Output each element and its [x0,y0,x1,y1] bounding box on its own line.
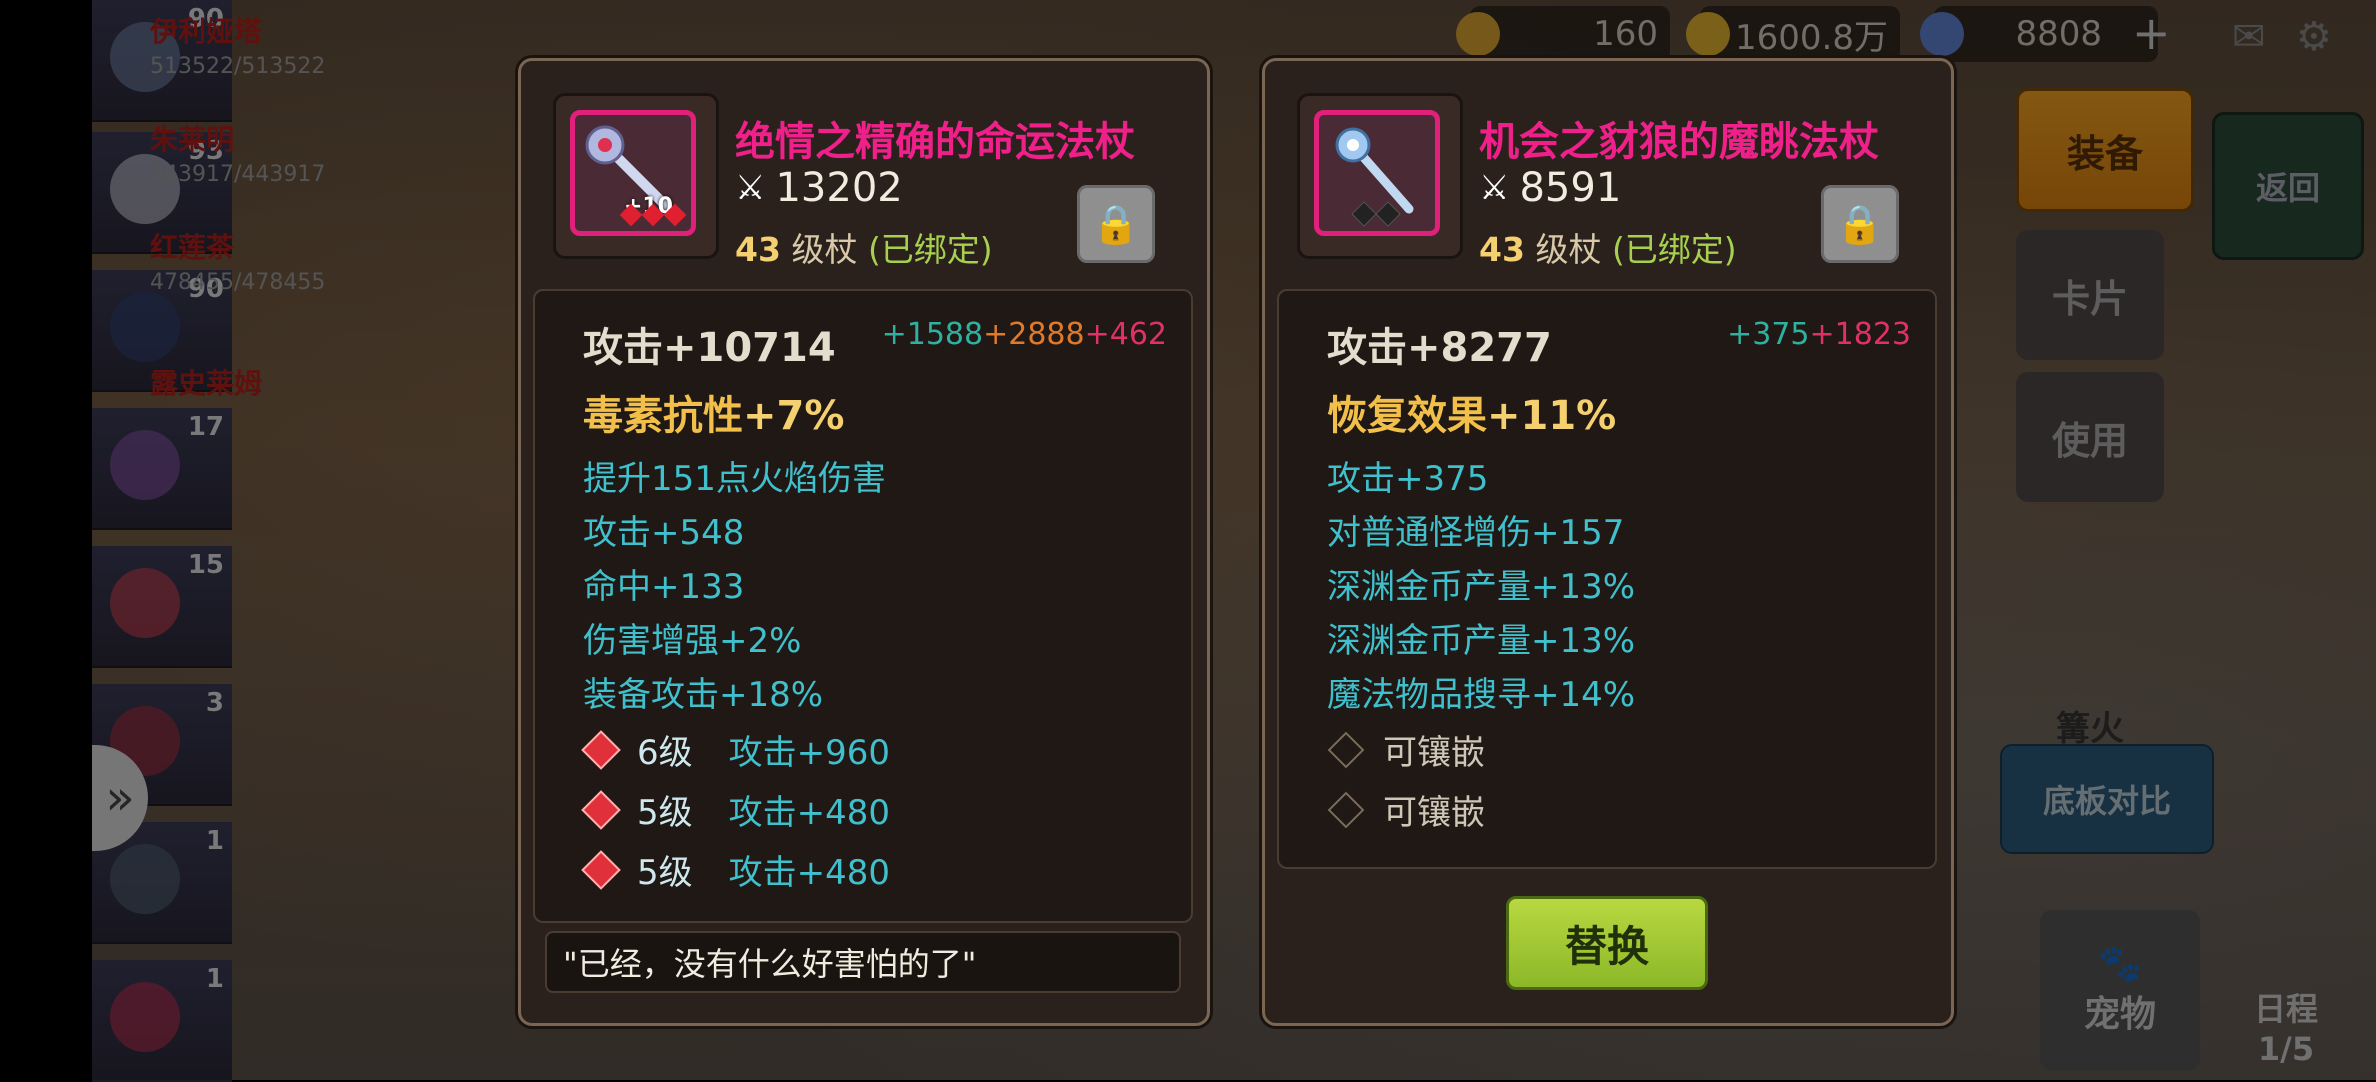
main-stat: 攻击+8277 [1327,325,1552,371]
red-gem-icon [581,789,621,830]
special-label: 恢复效果 [1327,393,1487,439]
stat-line: 魔法物品搜寻+14% [1327,675,1636,715]
empty-socket-icon [1327,731,1365,768]
extra-stat: +2888 [983,317,1085,352]
lock-icon[interactable]: 🔒 [1077,185,1155,263]
empty-socket-row: 可镶嵌 [1327,725,1485,774]
gem-level: 6级 [637,733,693,773]
item-level: 43 [1479,230,1525,269]
extra-stat: +1588 [881,317,984,352]
gem-indicator [619,203,687,227]
item-type: 级杖 [1535,230,1602,269]
stat-line: 命中+133 [583,567,745,607]
stat-line: 提升151点火焰伤害 [583,459,886,499]
gem-socket-row: 5级 攻击+480 [581,845,891,894]
gem-level: 5级 [637,853,693,893]
item-icon-frame[interactable]: +10 [553,93,719,259]
compare-item-panel: 机会之豺狼的魔眺法杖 ⚔ 8591 43 级杖 (已绑定) 🔒 攻击+8277 +… [1262,58,1954,1026]
item-power: ⚔ 13202 [735,165,903,211]
red-gem-icon [581,729,621,770]
gem-stat: 攻击+480 [728,853,891,893]
main-stat: 攻击+10714 [583,325,836,371]
stat-line: 装备攻击+18% [583,675,824,715]
stat-line: 攻击+375 [1327,459,1489,499]
item-name: 机会之豺狼的魔眺法杖 [1479,119,1879,165]
power-value: 13202 [775,165,903,211]
gem-level: 5级 [637,793,693,833]
extra-stat: +462 [1084,317,1167,352]
item-level: 43 [735,230,781,269]
special-stat: 毒素抗性+7% [583,383,844,441]
special-value: +7% [743,393,845,439]
empty-socket-row: 可镶嵌 [1327,785,1485,834]
lock-icon[interactable]: 🔒 [1821,185,1899,263]
socket-label: 可镶嵌 [1383,793,1485,833]
special-value: +11% [1487,393,1617,439]
stat-line: 深渊金币产量+13% [1327,621,1636,661]
stats-box: 攻击+10714 +1588+2888+462 毒素抗性+7% 提升151点火焰… [533,289,1193,923]
socket-label: 可镶嵌 [1383,733,1485,773]
item-power: ⚔ 8591 [1479,165,1621,211]
staff-icon: +10 [570,110,696,236]
crossed-swords-icon: ⚔ [735,168,766,208]
item-name: 绝情之精确的命运法杖 [735,119,1135,165]
extra-stats: +375+1823 [1727,317,1911,352]
gem-socket-row: 5级 攻击+480 [581,785,891,834]
gem-stat: 攻击+960 [728,733,891,773]
extra-stat: +375 [1727,317,1810,352]
current-item-panel: +10 绝情之精确的命运法杖 ⚔13202 43 级杖 (已绑定) 🔒 攻击+1… [518,58,1210,1026]
stat-line: 对普通怪增伤+157 [1327,513,1625,553]
crossed-swords-icon: ⚔ [1479,168,1510,208]
replace-button[interactable]: 替换 [1506,896,1708,990]
special-label: 毒素抗性 [583,393,743,439]
staff-icon [1314,110,1440,236]
special-stat: 恢复效果+11% [1327,383,1616,441]
red-gem-icon [581,849,621,890]
power-value: 8591 [1519,165,1622,211]
dim-overlay [92,0,2376,1080]
gem-socket-row: 6级 攻击+960 [581,725,891,774]
stat-line: 伤害增强+2% [583,621,802,661]
gem-stat: 攻击+480 [728,793,891,833]
stat-line: 深渊金币产量+13% [1327,567,1636,607]
item-level-line: 43 级杖 (已绑定) [1479,223,1737,271]
item-level-line: 43 级杖 (已绑定) [735,223,993,271]
stat-line: 攻击+548 [583,513,745,553]
bound-status: (已绑定) [1611,230,1737,269]
item-type: 级杖 [791,230,858,269]
stats-box: 攻击+8277 +375+1823 恢复效果+11% 攻击+375 对普通怪增伤… [1277,289,1937,869]
item-quote: "已经，没有什么好害怕的了" [545,931,1181,993]
gem-indicator [1351,201,1401,227]
extra-stats: +1588+2888+462 [882,317,1167,352]
empty-socket-icon [1327,791,1365,828]
item-icon-frame[interactable] [1297,93,1463,259]
bound-status: (已绑定) [867,230,993,269]
extra-stat: +1823 [1809,317,1911,352]
